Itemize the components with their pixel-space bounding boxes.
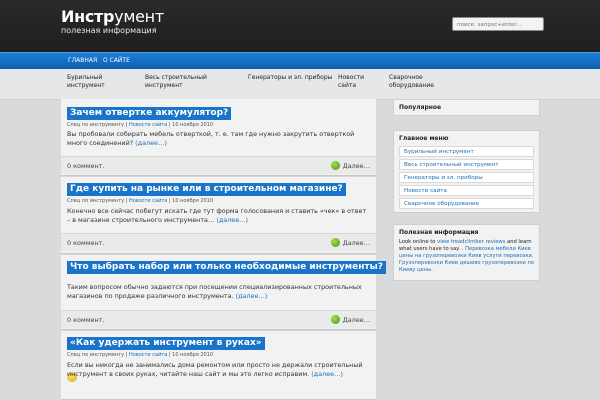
widget-text-part: Look online to <box>399 239 438 245</box>
meta-separator: | <box>125 352 128 358</box>
widget-useful-info: Полезная информация Look online to view … <box>393 224 540 281</box>
widget-text: Look online to view treadclimber reviews… <box>399 239 537 274</box>
post-excerpt: Конечно все сейчас побегут искать где ту… <box>67 207 367 224</box>
post-category-link[interactable]: Новости сайта <box>129 198 167 204</box>
nav-about[interactable]: О САЙТЕ <box>103 57 130 65</box>
logo-title-part2: умент <box>114 7 164 26</box>
menu-item-construction[interactable]: Весь строительный инструмент <box>399 159 534 170</box>
post: Зачем отвертке аккумулятор? Спец по инст… <box>61 99 376 176</box>
post-meta: Спец по инструменту | Новости сайта | 10… <box>67 198 213 205</box>
widget-title: Популярное <box>399 104 442 111</box>
arrow-icon <box>330 315 340 324</box>
post-excerpt: Если вы никогда не занимались дома ремон… <box>67 361 367 378</box>
post-title[interactable]: Зачем отвертке аккумулятор? <box>67 107 232 120</box>
category-generators[interactable]: Генераторы и эл. приборы <box>248 74 332 82</box>
more-link[interactable]: Далее… <box>330 315 370 324</box>
post-meta: Спец по инструменту | Новости сайта | 10… <box>67 352 213 359</box>
post-title[interactable]: Где купить на рынке или в строительном м… <box>67 183 346 196</box>
post-date: | 10 ноября 2010 <box>168 198 214 204</box>
site-tagline: полезная информация <box>61 26 157 35</box>
site-header: Инструмент полезная информация поиск: за… <box>0 0 600 52</box>
category-drilling[interactable]: Бурильный инструмент <box>67 74 105 90</box>
post-title[interactable]: «Как удержать инструмент в руках» <box>67 337 265 350</box>
widget-popular: Популярное <box>393 99 540 116</box>
read-more-link[interactable]: (далее…) <box>311 370 343 378</box>
category-label: Бурильный <box>67 74 103 81</box>
post-author: Спец по инструменту <box>67 352 125 358</box>
category-news[interactable]: Новости сайта <box>338 74 364 90</box>
widget-main-menu: Главное меню Бурильный инструмент Весь с… <box>393 130 540 213</box>
category-label: инструмент <box>145 82 183 89</box>
logo-title-part1: Инстр <box>61 7 115 26</box>
search-input[interactable]: поиск: запрос+enter... <box>452 17 544 31</box>
post-category-link[interactable]: Новости сайта <box>129 122 167 128</box>
post-footer: 0 коммент. Далее… <box>61 156 376 174</box>
post-excerpt-text: Вы пробовали собирать мебель отверткой, … <box>67 130 355 147</box>
post-meta: Спец по инструменту | Новости сайта | 10… <box>67 122 213 129</box>
post: Где купить на рынке или в строительном м… <box>61 177 376 254</box>
read-more-link[interactable]: (далее…) <box>236 292 268 300</box>
more-link-label: Далее… <box>342 162 370 170</box>
post-footer: 0 коммент. Далее… <box>61 310 376 328</box>
category-welding[interactable]: Сварочное оборудование <box>389 74 434 90</box>
meta-separator: | <box>125 122 128 128</box>
widget-title: Главное меню <box>399 135 449 142</box>
category-label: Весь строительный <box>145 74 207 81</box>
category-label: оборудование <box>389 82 434 89</box>
logo-title: Инструмент <box>61 8 164 26</box>
posts-column: Зачем отвертке аккумулятор? Спец по инст… <box>61 99 386 400</box>
category-construction[interactable]: Весь строительный инструмент <box>145 74 207 90</box>
post-date: | 10 ноября 2010 <box>168 352 214 358</box>
category-menu: Бурильный инструмент Весь строительный инс… <box>0 69 600 100</box>
meta-separator: | <box>125 198 128 204</box>
post-title[interactable]: Что выбрать набор или только необходимые… <box>67 261 386 274</box>
menu-item-news[interactable]: Новости сайта <box>399 185 534 196</box>
comments-link[interactable]: 0 коммент. <box>67 162 104 170</box>
top-nav: ГЛАВНАЯ О САЙТЕ <box>0 52 600 69</box>
category-label: сайта <box>338 82 357 89</box>
freight-link[interactable]: Грузоперевозки Киев дешево грузоперевозк… <box>399 260 534 273</box>
widget-title: Полезная информация <box>399 229 479 236</box>
category-label: инструмент <box>67 82 105 89</box>
nav-home[interactable]: ГЛАВНАЯ <box>68 57 97 65</box>
treadclimber-link[interactable]: view treadclimber reviews <box>437 239 505 245</box>
category-label: Генераторы и эл. приборы <box>248 74 333 81</box>
read-more-link[interactable]: (далее…) <box>135 139 167 147</box>
site-logo[interactable]: Инструмент полезная информация <box>61 8 164 36</box>
post-author: Спец по инструменту <box>67 122 125 128</box>
post-excerpt: Вы пробовали собирать мебель отверткой, … <box>67 130 367 147</box>
post: Что выбрать набор или только необходимые… <box>61 255 386 330</box>
menu-item-drilling[interactable]: Бурильный инструмент <box>399 146 534 157</box>
read-more-link[interactable]: (далее…) <box>216 216 248 224</box>
more-link-label: Далее… <box>342 316 370 324</box>
arrow-icon <box>330 238 340 247</box>
comments-link[interactable]: 0 коммент. <box>67 316 104 324</box>
post-category-link[interactable]: Новости сайта <box>129 352 167 358</box>
more-link[interactable]: Далее… <box>330 161 370 170</box>
arrow-icon <box>330 161 340 170</box>
post-author: Спец по инструменту <box>67 198 125 204</box>
more-link-label: Далее… <box>342 239 370 247</box>
category-label: Сварочное <box>389 74 423 81</box>
post-excerpt: Таким вопросом обычно задаются при посещ… <box>67 283 367 300</box>
menu-item-generators[interactable]: Генераторы и эл. приборы <box>399 172 534 183</box>
sidebar: Популярное Главное меню Бурильный инстру… <box>393 99 540 400</box>
comments-link[interactable]: 0 коммент. <box>67 239 104 247</box>
post: «Как удержать инструмент в руках» Спец п… <box>61 331 376 400</box>
category-label: Новости <box>338 74 365 81</box>
more-link[interactable]: Далее… <box>330 238 370 247</box>
post-footer: 0 коммент. Далее… <box>61 233 376 251</box>
post-date: | 10 ноября 2010 <box>168 122 214 128</box>
post-excerpt-text: Таким вопросом обычно задаются при посещ… <box>67 283 362 300</box>
menu-item-welding[interactable]: Сварочное оборудование <box>399 198 534 209</box>
